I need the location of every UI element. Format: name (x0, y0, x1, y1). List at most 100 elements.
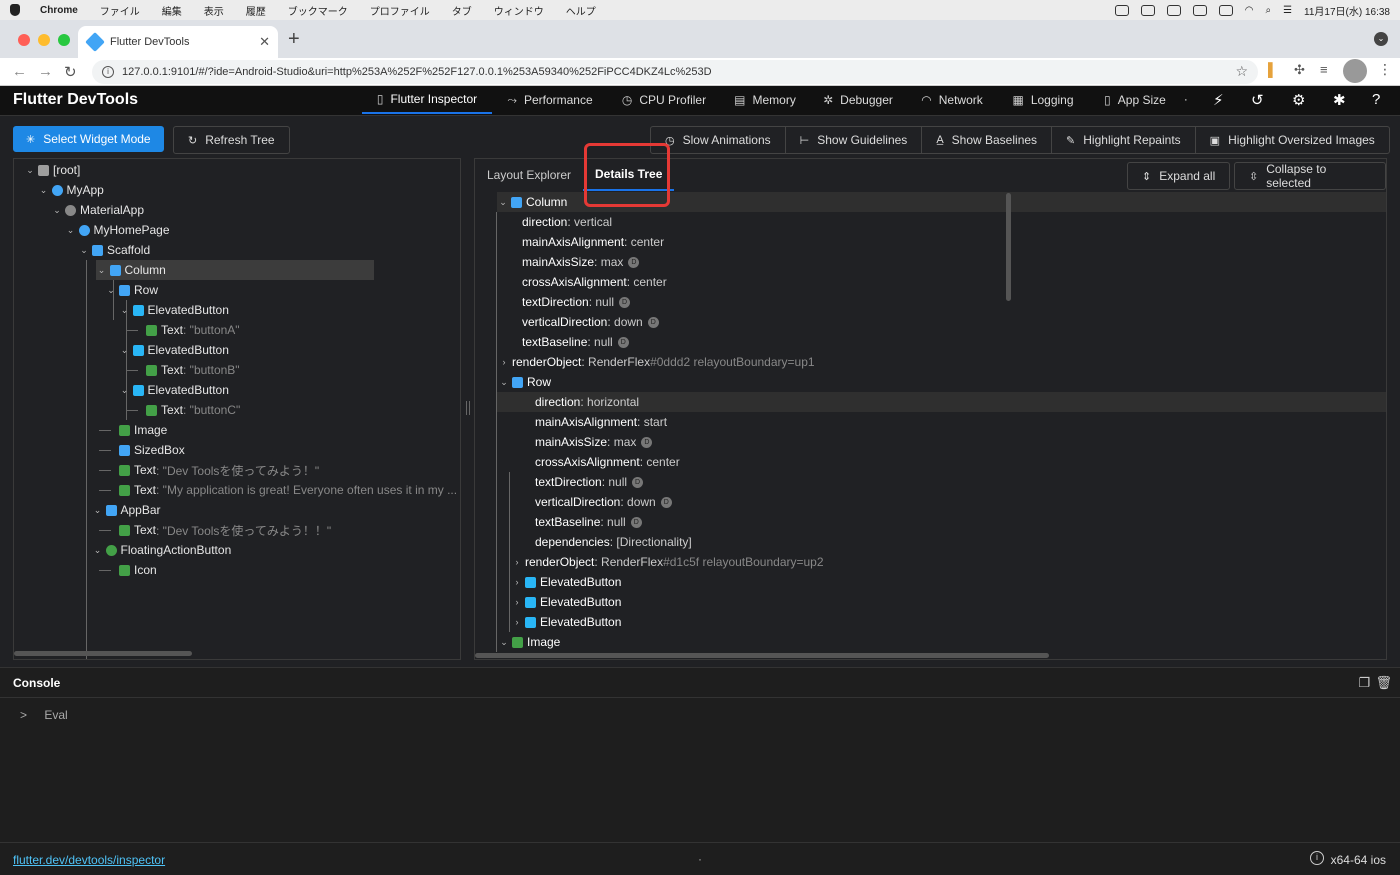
tree-node[interactable]: ⌄ AppBar (92, 500, 161, 520)
tree-node[interactable]: Text: "buttonB" (132, 360, 240, 380)
tab-layout-explorer[interactable]: Layout Explorer (475, 159, 583, 191)
tree-node[interactable]: ⌄ Scaffold (78, 240, 150, 260)
delete-icon[interactable]: 🗑 (1375, 675, 1392, 691)
menu-help[interactable]: ヘルプ (566, 3, 596, 18)
menu-window[interactable]: ウィンドウ (494, 3, 544, 18)
extensions-puzzle-icon[interactable]: ✣ (1294, 62, 1305, 78)
forward-icon[interactable]: → (38, 63, 53, 80)
details-row[interactable]: verticalDirection: down D (535, 492, 1386, 512)
chevron-down-icon[interactable]: ⌄ (105, 285, 117, 296)
horizontal-scrollbar[interactable] (14, 651, 192, 656)
details-row[interactable]: › ElevatedButton (511, 612, 1386, 632)
details-row[interactable]: verticalDirection: down D (522, 312, 1386, 332)
chevron-right-icon[interactable]: › (498, 357, 510, 367)
details-row[interactable]: dependencies: [Directionality] (535, 532, 1386, 552)
nav-tab[interactable]: ⤳ Performance (496, 86, 604, 114)
chevron-down-icon[interactable]: ⌄ (497, 197, 509, 208)
tree-node[interactable]: ⌄ ElevatedButton (119, 340, 229, 360)
nav-tab[interactable]: ▤ Memory (724, 86, 806, 114)
profile-avatar[interactable] (1343, 59, 1367, 83)
details-row[interactable]: crossAxisAlignment: center (522, 272, 1386, 292)
expand-all-button[interactable]: ⇕ Expand all (1127, 162, 1231, 190)
split-pane-handle[interactable] (466, 401, 470, 415)
tree-node[interactable]: Icon (105, 560, 157, 580)
menu-view[interactable]: 表示 (204, 3, 224, 18)
tree-node[interactable]: Text: "buttonC" (132, 400, 240, 420)
bookmark-star-icon[interactable]: ☆ (1235, 63, 1248, 80)
widget-tree-panel[interactable]: ⌄ [root] ⌄ MyApp ⌄ MaterialApp ⌄ MyHomePage ⌄ Sca… (13, 158, 461, 660)
hot-reload-icon[interactable]: ⚡ (1213, 91, 1224, 109)
close-window-button[interactable] (18, 34, 30, 46)
menu-edit[interactable]: 編集 (162, 3, 182, 18)
details-row[interactable]: textDirection: null D (535, 472, 1386, 492)
details-row[interactable]: mainAxisSize: max D (522, 252, 1386, 272)
details-row[interactable]: textBaseline: null D (522, 332, 1386, 352)
show-baselines-button[interactable]: A̲ Show Baselines (922, 127, 1053, 153)
tree-node[interactable]: ⌄ [root] (24, 160, 80, 180)
help-icon[interactable]: ? (1372, 91, 1380, 108)
details-row[interactable]: ⌄ Row (498, 372, 1386, 392)
tree-node[interactable]: ⌄ FloatingActionButton (92, 540, 232, 560)
menu-chrome[interactable]: Chrome (40, 5, 78, 16)
eval-input[interactable]: > Eval (20, 708, 68, 722)
chevron-right-icon[interactable]: › (511, 597, 523, 607)
status-icon[interactable] (1166, 4, 1181, 16)
tree-node[interactable]: SizedBox (105, 440, 185, 460)
chevron-down-icon[interactable]: ⌄ (78, 245, 90, 256)
details-row[interactable]: › ElevatedButton (511, 572, 1386, 592)
tree-node[interactable]: ⌄ Column (95, 260, 374, 280)
tree-node[interactable]: ⌄ MaterialApp (51, 200, 144, 220)
chevron-down-icon[interactable]: ⌄ (498, 377, 510, 388)
apple-icon[interactable] (10, 4, 20, 16)
status-icon[interactable] (1140, 4, 1155, 16)
details-row[interactable]: mainAxisAlignment: start (535, 412, 1386, 432)
wifi-icon[interactable]: ◠ (1245, 5, 1254, 16)
nav-tab[interactable]: ◷ CPU Profiler (612, 86, 716, 114)
details-row[interactable]: direction: vertical (522, 212, 1386, 232)
nav-tab[interactable]: ✲ Debugger (814, 86, 902, 114)
horizontal-scrollbar[interactable] (475, 653, 1049, 658)
chevron-down-icon[interactable]: ⌄ (92, 545, 104, 556)
zoom-window-button[interactable] (58, 34, 70, 46)
new-tab-button[interactable]: + (288, 28, 300, 51)
tree-node[interactable]: Text: "Dev Toolsを使ってみよう！" (105, 460, 319, 480)
site-info-icon[interactable]: i (102, 66, 114, 78)
details-row[interactable]: › ElevatedButton (511, 592, 1386, 612)
docs-link[interactable]: flutter.dev/devtools/inspector (13, 853, 165, 867)
control-center-icon[interactable]: ☰ (1283, 5, 1292, 16)
hot-restart-icon[interactable]: ↺ (1251, 91, 1264, 109)
search-icon[interactable]: ⌕ (1265, 5, 1271, 16)
details-row[interactable]: mainAxisSize: max D (535, 432, 1386, 452)
tree-node[interactable]: Image (105, 420, 167, 440)
status-icon[interactable] (1114, 4, 1129, 16)
nav-tab[interactable]: ▯ Flutter Inspector (362, 86, 492, 114)
chevron-down-icon[interactable]: ⌄ (24, 165, 36, 176)
nav-tab[interactable]: ▯ App Size (1091, 86, 1179, 114)
details-row[interactable]: direction: horizontal (497, 392, 1386, 412)
clock[interactable]: 11月17日(水) 16:38 (1304, 3, 1390, 18)
tree-node[interactable]: Text: "Dev Toolsを使ってみよう！！" (105, 520, 331, 540)
details-row[interactable]: › renderObject: RenderFlex #0ddd2 relayout… (498, 352, 1386, 372)
collapse-to-selected-button[interactable]: ⇳ Collapse to selected (1234, 162, 1386, 190)
back-icon[interactable]: ← (12, 63, 27, 80)
chevron-down-icon[interactable]: ⌄ (119, 305, 131, 316)
bug-report-icon[interactable]: ✱ (1333, 91, 1346, 109)
more-menu-icon[interactable]: ⋮ (1378, 61, 1392, 78)
address-bar[interactable]: i 127.0.0.1:9101/#/?ide=Android-Studio&u… (92, 60, 1258, 84)
device-info-icon[interactable]: i (1310, 851, 1324, 865)
slow-animations-button[interactable]: ◷ Slow Animations (651, 127, 786, 153)
highlight-repaints-button[interactable]: ✎ Highlight Repaints (1052, 127, 1196, 153)
details-row[interactable]: › renderObject: RenderFlex #d1c5f relayout… (511, 552, 1386, 572)
chevron-down-icon[interactable]: ⌄ (51, 205, 63, 216)
chevron-down-icon[interactable]: ⌄ (119, 385, 131, 396)
tree-node[interactable]: ⌄ ElevatedButton (119, 380, 229, 400)
chevron-right-icon[interactable]: › (511, 617, 523, 627)
details-row[interactable]: crossAxisAlignment: center (535, 452, 1386, 472)
reading-list-icon[interactable]: ≡ (1320, 62, 1328, 77)
close-tab-icon[interactable]: ✕ (259, 34, 270, 50)
nav-tab[interactable]: ▦ Logging (1002, 86, 1084, 114)
tree-node[interactable]: ⌄ Row (105, 280, 158, 300)
tree-node[interactable]: Text: "buttonA" (132, 320, 240, 340)
minimize-window-button[interactable] (38, 34, 50, 46)
menu-file[interactable]: ファイル (100, 3, 140, 18)
